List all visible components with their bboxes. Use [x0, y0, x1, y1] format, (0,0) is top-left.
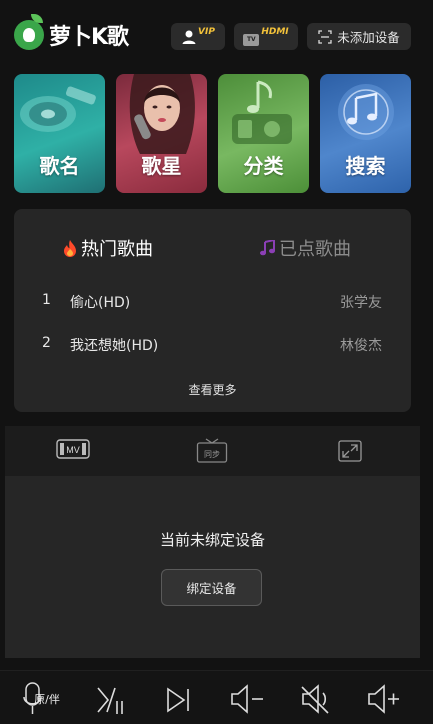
hdmi-button[interactable]: TV HDMI — [234, 23, 298, 50]
category-label: 搜索 — [345, 154, 386, 178]
playback-controls: 原/伴 — [0, 670, 433, 724]
tv-icon: TV — [243, 33, 260, 46]
next-track-icon[interactable] — [162, 681, 202, 717]
view-more-link[interactable]: 查看更多 — [14, 381, 411, 398]
song-title: 偷心(HD) — [70, 295, 131, 311]
sync-tv-icon[interactable]: 同步 — [196, 438, 228, 464]
song-row[interactable]: 2 我还想她(HD) 林俊杰 — [14, 335, 411, 355]
bind-device-button[interactable]: 绑定设备 — [161, 569, 262, 606]
song-number: 2 — [42, 335, 51, 351]
tab-hot-songs[interactable]: 热门歌曲 — [63, 235, 153, 261]
song-panel: 热门歌曲 已点歌曲 1 偷心(HD) 张学友 2 我还想她(HD) 林俊杰 查看… — [14, 209, 411, 412]
video-area: 当前未绑定设备 绑定设备 — [5, 476, 420, 658]
mic-original-accompany-icon[interactable]: 原/伴 — [23, 681, 63, 717]
app-logo: 萝卜K歌 — [14, 14, 129, 51]
tab-hot-label: 热门歌曲 — [81, 239, 153, 260]
category-tile-category[interactable]: 分类 — [218, 74, 309, 193]
app-header: 萝卜K歌 VIP TV HDMI 未添加设备 — [0, 0, 433, 74]
radish-logo-icon — [14, 14, 44, 50]
vip-label: VIP — [198, 26, 215, 37]
video-toolbar: MV 同步 — [5, 426, 420, 476]
category-label: 分类 — [243, 154, 284, 178]
mv-label: MV — [66, 445, 80, 455]
category-tile-singer[interactable]: 歌星 — [116, 74, 207, 193]
app-name: 萝卜K歌 — [49, 25, 129, 50]
song-artist: 张学友 — [340, 295, 382, 311]
volume-down-icon[interactable] — [229, 681, 269, 717]
fullscreen-icon[interactable] — [338, 440, 362, 462]
device-label: 未添加设备 — [337, 30, 400, 45]
sync-label: 同步 — [204, 450, 220, 459]
play-pause-icon[interactable] — [93, 681, 133, 717]
volume-up-icon[interactable] — [366, 681, 406, 717]
category-tile-search[interactable]: 搜索 — [320, 74, 411, 193]
vip-button[interactable]: VIP — [171, 23, 225, 50]
unbound-status-text: 当前未绑定设备 — [159, 531, 265, 549]
mute-icon[interactable] — [298, 681, 338, 717]
fire-icon — [64, 239, 76, 257]
scan-icon — [318, 29, 332, 44]
vocal-label: 原/伴 — [34, 693, 60, 706]
category-label: 歌名 — [39, 154, 80, 178]
music-note-icon — [260, 240, 275, 256]
tab-ordered-songs[interactable]: 已点歌曲 — [260, 235, 351, 261]
category-tile-song-name[interactable]: 歌名 — [14, 74, 105, 193]
hdmi-label: HDMI — [261, 26, 289, 37]
song-number: 1 — [42, 292, 51, 308]
tab-ordered-label: 已点歌曲 — [279, 239, 351, 260]
add-device-button[interactable]: 未添加设备 — [307, 23, 411, 50]
song-row[interactable]: 1 偷心(HD) 张学友 — [14, 292, 411, 312]
user-icon — [182, 30, 196, 44]
category-label: 歌星 — [141, 154, 182, 178]
mv-icon[interactable]: MV — [56, 439, 90, 459]
song-artist: 林俊杰 — [340, 338, 382, 354]
song-title: 我还想她(HD) — [70, 338, 159, 354]
